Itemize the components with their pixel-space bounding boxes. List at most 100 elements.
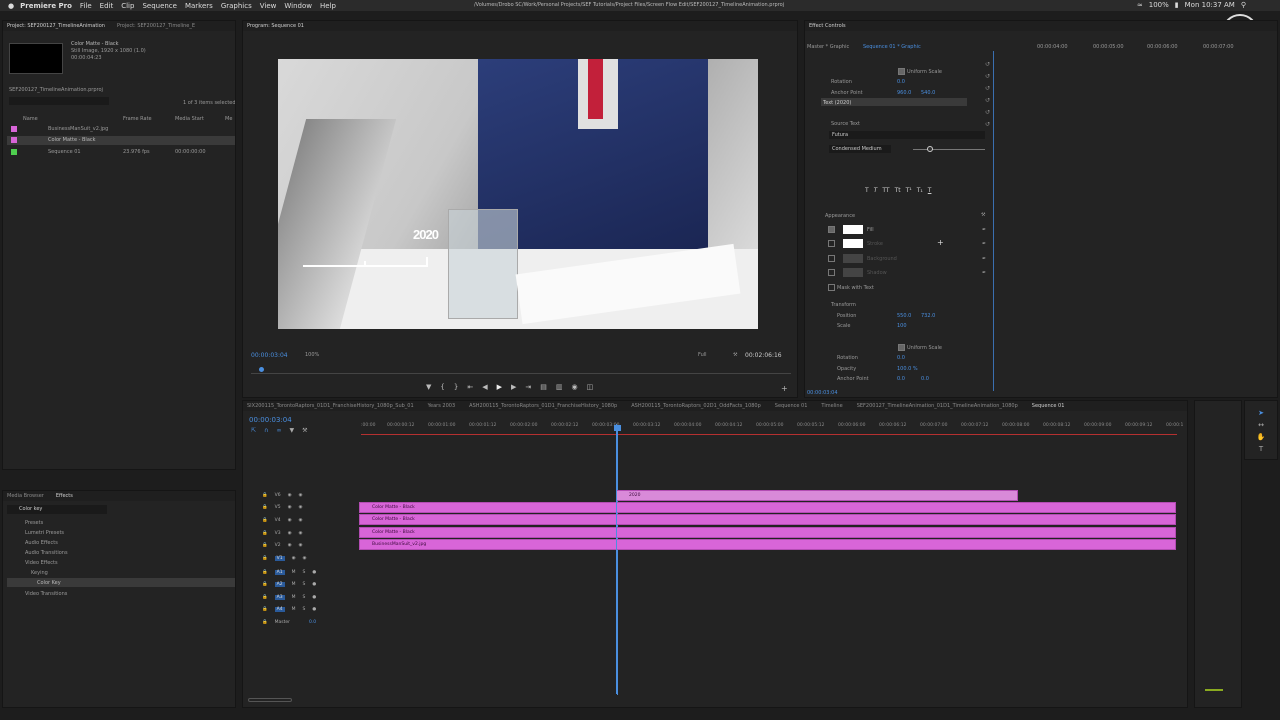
- menu-sequence[interactable]: Sequence: [142, 2, 177, 10]
- position-y[interactable]: 732.0: [921, 313, 935, 319]
- timeline-tab[interactable]: Sequence 01: [775, 403, 808, 409]
- rotation-value-2[interactable]: 0.0: [897, 355, 905, 361]
- tab-project[interactable]: Project: SEF200127_TimelineAnimation: [7, 23, 105, 29]
- clock[interactable]: Mon 10:37 AM: [1185, 1, 1235, 9]
- timeline-tab[interactable]: ASH200115_TorontoRaptors_02D1_OddFacts_1…: [631, 403, 761, 409]
- uniform-scale-checkbox-2[interactable]: [898, 344, 905, 353]
- mark-out-icon[interactable]: }: [454, 383, 458, 391]
- apple-icon[interactable]: ●: [8, 2, 14, 10]
- battery-label[interactable]: 100%: [1149, 1, 1169, 9]
- font-size-slider[interactable]: [913, 149, 985, 150]
- italic-icon[interactable]: T: [874, 187, 878, 194]
- wifi-icon[interactable]: ≈: [1137, 1, 1143, 9]
- linked-icon[interactable]: ∞: [276, 427, 281, 434]
- zoom-select[interactable]: 100%: [305, 352, 319, 358]
- track-v4[interactable]: 🔒 V4 ◉ ◉: [262, 518, 302, 523]
- tree-presets[interactable]: Presets: [25, 520, 43, 526]
- timeline-tab[interactable]: SEF200127_TimelineAnimation_01D1_Timelin…: [857, 403, 1018, 409]
- track-v1[interactable]: 🔒 V1 ◉ ◉: [262, 556, 306, 561]
- wrench-icon[interactable]: ⚒: [981, 212, 985, 218]
- add-stroke-icon[interactable]: +: [937, 238, 944, 247]
- col-media-start[interactable]: Media Start: [175, 116, 204, 122]
- bold-icon[interactable]: T: [865, 187, 869, 194]
- reset-icon[interactable]: ↺: [985, 73, 990, 80]
- wrench-icon[interactable]: ⚒: [302, 427, 307, 434]
- shadow-checkbox[interactable]: [828, 269, 835, 278]
- tree-keying[interactable]: Keying: [31, 570, 48, 576]
- nest-icon[interactable]: ⇱: [251, 427, 256, 434]
- col-media[interactable]: Me: [225, 116, 232, 122]
- tree-video-effects[interactable]: Video Effects: [25, 560, 58, 566]
- col-frame-rate[interactable]: Frame Rate: [123, 116, 152, 122]
- anchor-y-2[interactable]: 0.0: [921, 376, 929, 382]
- background-swatch[interactable]: [843, 254, 863, 263]
- reset-icon[interactable]: ↺: [985, 97, 990, 104]
- small-caps-icon[interactable]: Tt: [895, 187, 901, 194]
- app-name[interactable]: Premiere Pro: [20, 2, 72, 10]
- marker-icon[interactable]: ▼: [289, 427, 294, 434]
- ripple-edit-tool-icon[interactable]: ↔: [1258, 421, 1264, 429]
- menu-clip[interactable]: Clip: [121, 2, 134, 10]
- menu-view[interactable]: View: [260, 2, 277, 10]
- go-to-in-icon[interactable]: ⇤: [467, 383, 473, 391]
- tree-color-key[interactable]: Color Key: [37, 580, 61, 586]
- opacity-value[interactable]: 100.0 %: [897, 366, 918, 372]
- program-title[interactable]: Program: Sequence 01: [247, 23, 304, 29]
- play-icon[interactable]: ▶: [497, 383, 502, 391]
- menu-help[interactable]: Help: [320, 2, 336, 10]
- tab-effects[interactable]: Effects: [56, 493, 73, 499]
- fill-eyedropper-icon[interactable]: ✒: [982, 227, 986, 233]
- anchor-y[interactable]: 540.0: [921, 90, 935, 96]
- tab-media-browser[interactable]: Media Browser: [7, 493, 44, 499]
- reset-icon[interactable]: ↺: [985, 109, 990, 116]
- menu-edit[interactable]: Edit: [100, 2, 114, 10]
- text-layer[interactable]: Text (2020): [823, 100, 851, 106]
- overlay-text[interactable]: 2020: [413, 227, 439, 242]
- reset-icon[interactable]: ↺: [985, 61, 990, 68]
- search-icon[interactable]: ⚲: [1241, 1, 1246, 9]
- track-a2[interactable]: 🔒 A2 M S ●: [262, 582, 316, 587]
- anchor-x[interactable]: 960.0: [897, 90, 911, 96]
- anchor-x-2[interactable]: 0.0: [897, 376, 905, 382]
- menu-window[interactable]: Window: [284, 2, 312, 10]
- compare-icon[interactable]: ◫: [587, 383, 594, 391]
- clip-v3[interactable]: Color Matte - Black: [359, 514, 1176, 525]
- track-v2[interactable]: 🔒 V2 ◉ ◉: [262, 543, 302, 548]
- font-style-select[interactable]: Condensed Medium: [829, 145, 891, 153]
- marker-icon[interactable]: ▼: [426, 383, 431, 391]
- extract-icon[interactable]: ▥: [556, 383, 563, 391]
- track-master[interactable]: 🔒 Master 0.0: [262, 620, 316, 625]
- track-a1[interactable]: 🔒 A1 M S ●: [262, 570, 316, 575]
- timeline-playhead[interactable]: [617, 425, 618, 695]
- timeline-tab[interactable]: ASH200115_TorontoRaptors_01D1_FranchiseH…: [469, 403, 617, 409]
- menu-markers[interactable]: Markers: [185, 2, 213, 10]
- track-v6[interactable]: 🔒 V6 ◉ ◉: [262, 493, 302, 498]
- track-v5[interactable]: 🔒 V5 ◉ ◉: [262, 505, 302, 510]
- menu-graphics[interactable]: Graphics: [221, 2, 252, 10]
- fill-swatch[interactable]: [843, 225, 863, 234]
- shadow-eyedropper-icon[interactable]: ✒: [982, 270, 986, 276]
- mark-in-icon[interactable]: {: [440, 383, 444, 391]
- scrub-bar[interactable]: [251, 373, 791, 374]
- tab-effect-controls[interactable]: Effect Controls: [809, 23, 846, 29]
- menu-file[interactable]: File: [80, 2, 92, 10]
- underline-icon[interactable]: T: [928, 187, 932, 194]
- lift-icon[interactable]: ▤: [540, 383, 547, 391]
- snap-icon[interactable]: ∩: [264, 427, 268, 434]
- playhead[interactable]: [259, 367, 264, 372]
- col-name[interactable]: Name: [23, 116, 38, 122]
- timeline-tab[interactable]: Timeline: [821, 403, 842, 409]
- sequence-clip[interactable]: Sequence 01 * Graphic: [863, 44, 921, 50]
- background-checkbox[interactable]: [828, 255, 835, 264]
- stroke-checkbox[interactable]: [828, 240, 835, 249]
- step-forward-icon[interactable]: ▶: [511, 383, 516, 391]
- superscript-icon[interactable]: T¹: [906, 187, 912, 194]
- font-select[interactable]: Futura: [829, 131, 985, 139]
- clip-v1[interactable]: BusinessManSuit_v2.jpg: [359, 539, 1176, 550]
- master-clip[interactable]: Master * Graphic: [807, 44, 849, 50]
- uniform-scale-checkbox[interactable]: [898, 68, 905, 77]
- camera-icon[interactable]: ◉: [572, 383, 578, 391]
- effects-search-input[interactable]: Color key: [7, 505, 107, 514]
- position-x[interactable]: 550.0: [897, 313, 911, 319]
- work-area-bar[interactable]: [361, 434, 1177, 435]
